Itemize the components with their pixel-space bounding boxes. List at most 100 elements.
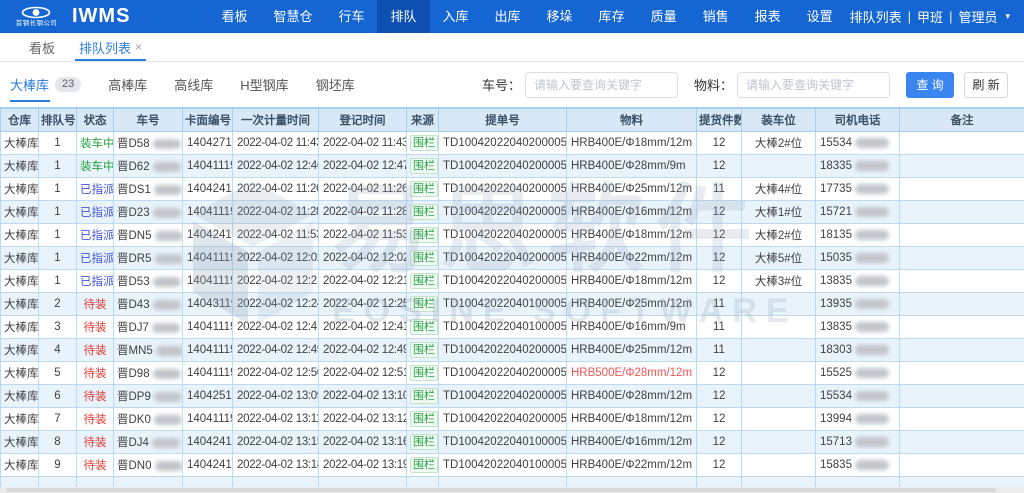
cell-plate: 晋DS1: [114, 178, 183, 201]
cell-register_time: 2022-04-02 12:21: [319, 270, 407, 293]
cell-qty: 12: [697, 132, 742, 155]
table-row[interactable]: 大棒库2待装晋D43140431192022-04-02 12:242022-0…: [1, 293, 1024, 316]
warehouse-tab-4[interactable]: H型钢库: [240, 75, 288, 94]
table-row[interactable]: 大棒库1已指派晋D23140411192022-04-02 11:282022-…: [1, 201, 1024, 224]
cell-dock: 大棒3#位: [742, 270, 816, 293]
cell-plate: 晋D23: [114, 201, 183, 224]
cell-source: 围栏: [407, 339, 439, 362]
cell-register_time: 2022-04-02 12:49: [319, 339, 407, 362]
warehouse-tab-1[interactable]: 大棒库23: [10, 75, 81, 94]
horizontal-scrollbar[interactable]: [0, 487, 1024, 493]
table-row[interactable]: 大棒库8待装晋DJ4140424192022-04-02 13:152022-0…: [1, 431, 1024, 454]
cell-register_time: 2022-04-02 13:19: [319, 454, 407, 477]
table-row[interactable]: 大棒库5待装晋D98140411192022-04-02 12:502022-0…: [1, 362, 1024, 385]
nav-item-5[interactable]: 入库: [430, 0, 482, 33]
table-row[interactable]: 大棒库1已指派晋D53140411192022-04-02 12:212022-…: [1, 270, 1024, 293]
query-button[interactable]: 查 询: [906, 72, 954, 98]
close-tab-icon[interactable]: ×: [135, 40, 142, 54]
cell-queue_no: 5: [39, 362, 77, 385]
cell-source: 围栏: [407, 408, 439, 431]
cell-status: 待装: [77, 454, 114, 477]
nav-item-1[interactable]: 看板: [208, 0, 260, 33]
cell-plate: 晋DR5: [114, 247, 183, 270]
queue-table-zone: 仓库排队号状态车号卡面编号一次计量时间登记时间来源提单号物料提货件数装车位司机电…: [0, 107, 1024, 493]
table-row[interactable]: 大棒库1装车中晋D62140411192022-04-02 12:462022-…: [1, 155, 1024, 178]
nav-item-4[interactable]: 排队: [377, 0, 429, 33]
redacted-phone: [855, 161, 889, 171]
warehouse-tab-5[interactable]: 钢坯库: [316, 75, 355, 94]
cell-bill_no: TD10042022040100005315: [439, 293, 567, 316]
cell-card_no: 14042719: [183, 132, 233, 155]
cell-queue_no: 3: [39, 316, 77, 339]
cell-plate: 晋D53: [114, 270, 183, 293]
cell-warehouse: 大棒库: [1, 316, 39, 339]
cell-remark: [900, 178, 1024, 201]
cell-source: 围栏: [407, 293, 439, 316]
refresh-button[interactable]: 刷 新: [964, 72, 1008, 98]
plate-prefix: 晋DN5: [117, 230, 152, 242]
user-area[interactable]: 排队列表 | 甲班 | 管理员 ▾: [850, 7, 1010, 26]
nav-item-2[interactable]: 智慧仓: [260, 0, 325, 33]
cell-status: 已指派: [77, 178, 114, 201]
cell-dock: [742, 155, 816, 178]
chevron-down-icon[interactable]: ▾: [1005, 11, 1010, 22]
nav-item-6[interactable]: 出库: [482, 0, 534, 33]
column-header: 一次计量时间: [233, 109, 319, 132]
user-role-menu[interactable]: 管理员: [958, 7, 997, 26]
table-row[interactable]: 大棒库4待装晋MN5140411192022-04-02 12:492022-0…: [1, 339, 1024, 362]
table-row[interactable]: 大棒库1已指派晋DS1140424192022-04-02 11:262022-…: [1, 178, 1024, 201]
current-page-label: 排队列表: [850, 7, 902, 26]
cell-card_no: 14041119: [183, 408, 233, 431]
table-row[interactable]: 大棒库1已指派晋DR5140411192022-04-02 12:022022-…: [1, 247, 1024, 270]
source-tag: 围栏: [410, 457, 438, 473]
cell-card_no: 14041119: [183, 201, 233, 224]
cell-remark: [900, 431, 1024, 454]
app-title: IWMS: [72, 5, 130, 28]
cell-phone: 15835: [816, 454, 900, 477]
nav-item-10[interactable]: 销售: [690, 0, 742, 33]
table-row[interactable]: 大棒库9待装晋DN0140424192022-04-02 13:182022-0…: [1, 454, 1024, 477]
phone-prefix: 18303: [820, 344, 852, 356]
cell-bill_no: TD10042022040200005319: [439, 155, 567, 178]
tab-2[interactable]: 排队列表×: [75, 33, 146, 61]
nav-item-8[interactable]: 库存: [586, 0, 638, 33]
cell-remark: [900, 155, 1024, 178]
cell-warehouse: 大棒库: [1, 408, 39, 431]
cell-status: 待装: [77, 431, 114, 454]
queue-table: 仓库排队号状态车号卡面编号一次计量时间登记时间来源提单号物料提货件数装车位司机电…: [0, 108, 1024, 493]
cell-card_no: 14041119: [183, 362, 233, 385]
cell-register_time: 2022-04-02 12:51: [319, 362, 407, 385]
cell-warehouse: 大棒库: [1, 362, 39, 385]
nav-item-7[interactable]: 移垛: [534, 0, 586, 33]
cell-status: 已指派: [77, 247, 114, 270]
nav-item-11[interactable]: 报表: [742, 0, 794, 33]
cell-plate: 晋D58: [114, 132, 183, 155]
warehouse-tab-3[interactable]: 高线库: [174, 75, 213, 94]
plate-prefix: 晋DJ7: [117, 322, 149, 334]
cell-dock: 大棒1#位: [742, 201, 816, 224]
scrollbar-thumb[interactable]: [6, 488, 996, 492]
tab-1[interactable]: 看板: [25, 33, 59, 61]
table-row[interactable]: 大棒库6待装晋DP9140425192022-04-02 13:092022-0…: [1, 385, 1024, 408]
cell-bill_no: TD10042022040100005318: [439, 316, 567, 339]
table-row[interactable]: 大棒库1装车中晋D58140427192022-04-02 11:432022-…: [1, 132, 1024, 155]
vehicle-no-input[interactable]: [525, 72, 678, 98]
table-row[interactable]: 大棒库1已指派晋DN5140424192022-04-02 11:532022-…: [1, 224, 1024, 247]
phone-prefix: 15534: [820, 137, 852, 149]
source-tag: 围栏: [410, 273, 438, 289]
source-tag: 围栏: [410, 204, 438, 220]
material-input[interactable]: [737, 72, 890, 98]
redacted-phone: [855, 391, 889, 401]
cell-bill_no: TD10042022040200005319: [439, 224, 567, 247]
table-row[interactable]: 大棒库3待装晋DJ7140411192022-04-02 12:412022-0…: [1, 316, 1024, 339]
cell-register_time: 2022-04-02 12:02: [319, 247, 407, 270]
cell-register_time: 2022-04-02 12:25: [319, 293, 407, 316]
column-header: 卡面编号: [183, 109, 233, 132]
nav-item-3[interactable]: 行车: [325, 0, 377, 33]
table-row[interactable]: 大棒库7待装晋DK0140411192022-04-02 13:112022-0…: [1, 408, 1024, 431]
nav-item-9[interactable]: 质量: [638, 0, 690, 33]
warehouse-tab-2[interactable]: 高棒库: [108, 75, 147, 94]
nav-item-12[interactable]: 设置: [794, 0, 846, 33]
cell-source: 围栏: [407, 201, 439, 224]
cell-remark: [900, 293, 1024, 316]
